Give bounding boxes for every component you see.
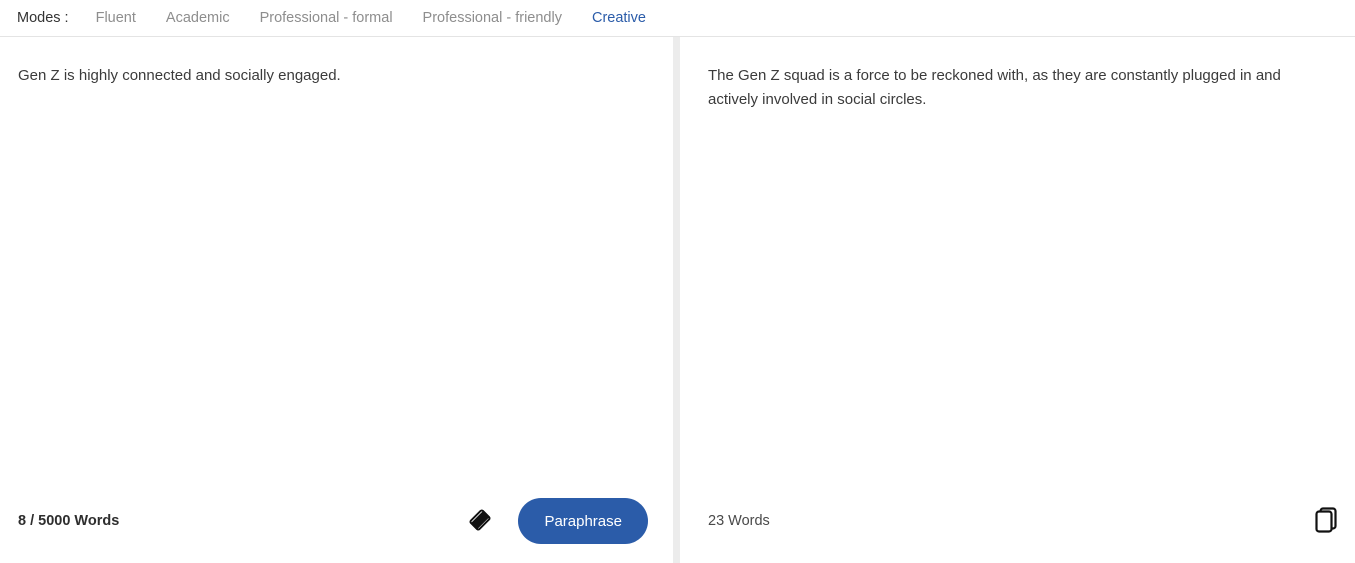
pane-divider <box>673 37 680 563</box>
editor-panes: Gen Z is highly connected and socially e… <box>0 37 1355 563</box>
mode-tab-professional-formal[interactable]: Professional - formal <box>260 10 393 26</box>
copy-icon <box>1311 505 1339 538</box>
output-word-count: 23 Words <box>708 513 770 529</box>
output-panel: The Gen Z squad is a force to be reckone… <box>680 37 1355 563</box>
mode-tab-fluent[interactable]: Fluent <box>96 10 136 26</box>
eraser-icon <box>467 507 493 536</box>
copy-output-button[interactable] <box>1310 505 1340 537</box>
output-footer: 23 Words <box>680 479 1355 563</box>
mode-tab-creative[interactable]: Creative <box>592 10 646 26</box>
modes-label: Modes : <box>17 10 69 26</box>
clear-text-button[interactable] <box>465 506 495 536</box>
input-text[interactable]: Gen Z is highly connected and socially e… <box>0 37 673 88</box>
input-footer: 8 / 5000 Words Paraphrase <box>0 479 673 563</box>
mode-tab-academic[interactable]: Academic <box>166 10 230 26</box>
modes-bar: Modes : Fluent Academic Professional - f… <box>0 0 1355 37</box>
mode-tab-professional-friendly[interactable]: Professional - friendly <box>423 10 562 26</box>
input-word-count: 8 / 5000 Words <box>18 513 120 529</box>
input-panel: Gen Z is highly connected and socially e… <box>0 37 673 563</box>
output-text[interactable]: The Gen Z squad is a force to be reckone… <box>680 37 1355 112</box>
paraphrase-button[interactable]: Paraphrase <box>518 498 648 544</box>
